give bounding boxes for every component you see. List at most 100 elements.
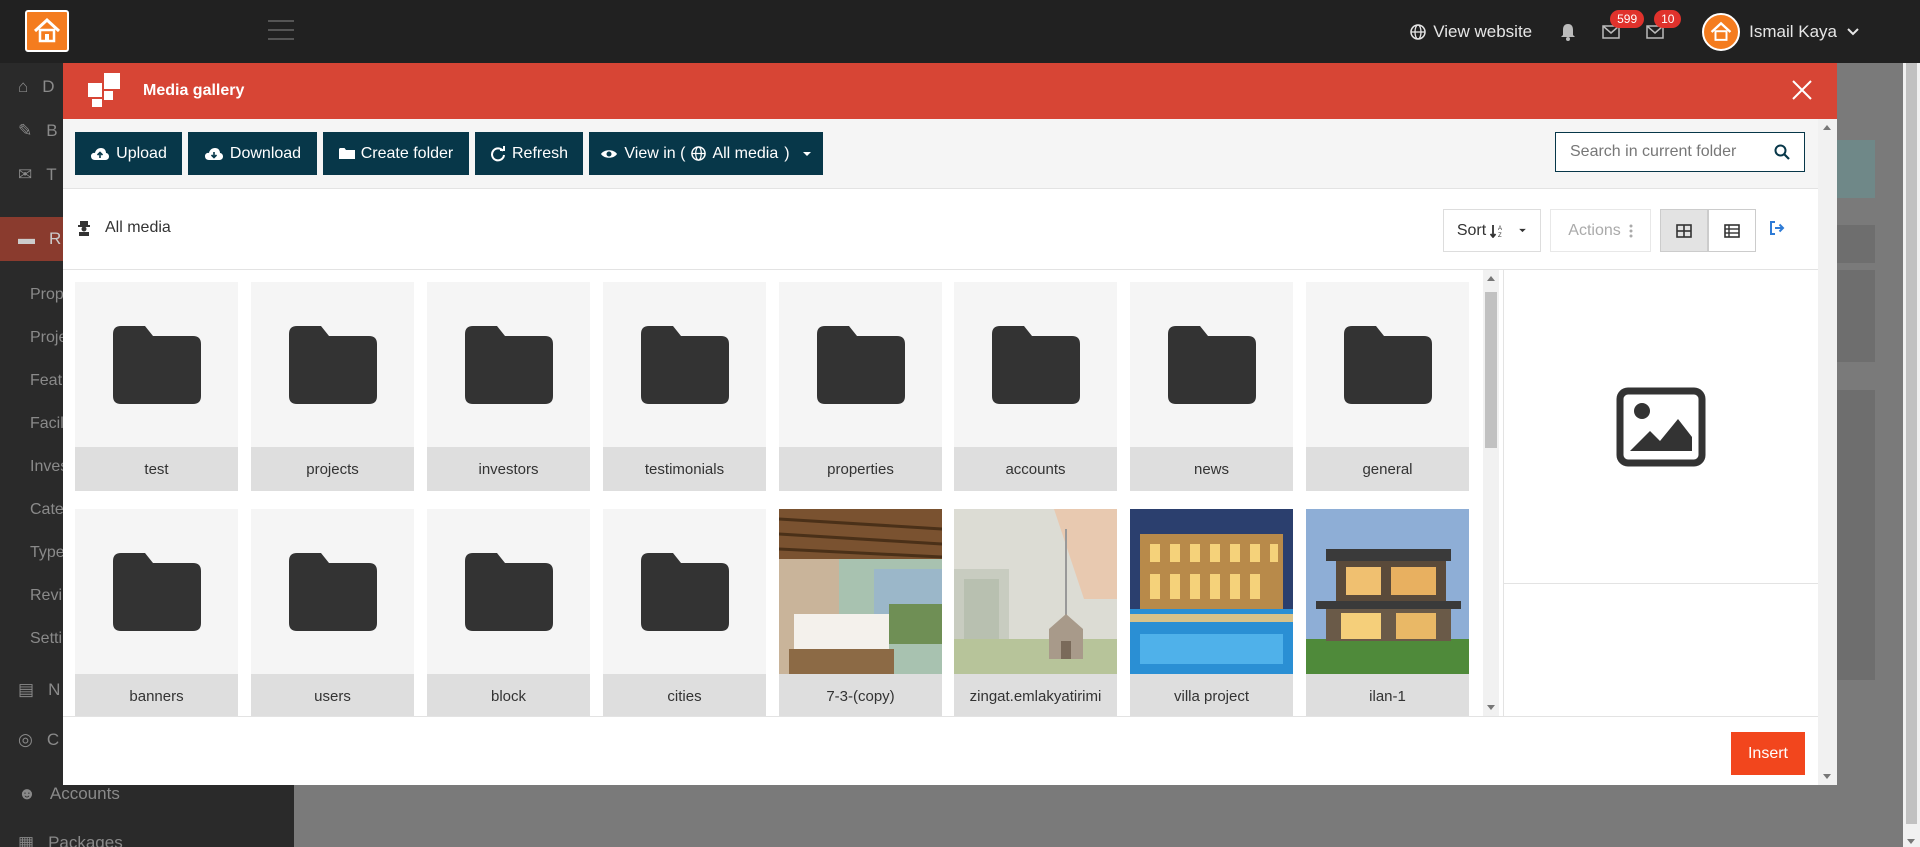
notifications-button[interactable] bbox=[1560, 23, 1576, 41]
upload-label: Upload bbox=[116, 144, 167, 162]
breadcrumb[interactable]: All media bbox=[77, 219, 171, 237]
create-folder-label: Create folder bbox=[360, 144, 454, 162]
site-logo[interactable] bbox=[25, 10, 69, 52]
refresh-button[interactable]: Refresh bbox=[475, 132, 583, 175]
page-scrollbar[interactable] bbox=[1903, 0, 1920, 847]
eye-icon bbox=[601, 149, 618, 158]
insert-button[interactable]: Insert bbox=[1731, 732, 1805, 775]
folder-item[interactable]: users bbox=[251, 509, 414, 716]
messages-button[interactable]: 599 bbox=[1602, 9, 1645, 39]
background-panel bbox=[1837, 140, 1875, 198]
refresh-icon bbox=[491, 145, 505, 161]
item-label: test bbox=[75, 447, 238, 491]
item-label: accounts bbox=[954, 447, 1117, 491]
user-menu[interactable]: Ismail Kaya bbox=[1702, 12, 1860, 51]
item-label: testimonials bbox=[603, 447, 766, 491]
bedroom-thumbnail bbox=[779, 509, 942, 674]
package-icon: ▦ bbox=[18, 833, 35, 847]
folder-item[interactable]: accounts bbox=[954, 282, 1117, 491]
user-secret-icon bbox=[78, 221, 90, 236]
background-panel bbox=[1837, 225, 1875, 263]
sidebar-item-packages[interactable]: ▦ Packages bbox=[18, 833, 288, 847]
create-folder-button[interactable]: Create folder bbox=[323, 132, 469, 175]
sidebar-subitem-settings[interactable]: Setti bbox=[30, 630, 62, 648]
modern-house-thumbnail bbox=[1306, 509, 1469, 674]
folder-icon bbox=[464, 552, 553, 631]
sidebar-subitem-categories[interactable]: Cate bbox=[30, 501, 64, 519]
grid-scrollbar[interactable] bbox=[1483, 270, 1499, 716]
sidebar-subitem-properties[interactable]: Prop bbox=[30, 286, 64, 304]
image-item[interactable]: ilan-1 bbox=[1306, 509, 1469, 716]
item-label: block bbox=[427, 674, 590, 716]
search-icon[interactable] bbox=[1774, 144, 1790, 160]
newspaper-icon: ▤ bbox=[18, 680, 35, 699]
item-label: projects bbox=[251, 447, 414, 491]
sidebar-item-accounts[interactable]: ☻ Accounts bbox=[18, 784, 288, 804]
image-item[interactable]: zingat.emlakyatirimi bbox=[954, 509, 1117, 716]
view-in-dropdown[interactable]: View in ( All media ) bbox=[589, 132, 823, 175]
breadcrumb-bar: All media Sort AZ Actions bbox=[63, 189, 1818, 270]
bell-icon bbox=[1561, 23, 1576, 41]
search-input[interactable]: Search in current folder bbox=[1555, 132, 1805, 172]
caret-down-icon bbox=[1519, 228, 1527, 233]
folder-item[interactable]: projects bbox=[251, 282, 414, 491]
close-icon[interactable] bbox=[1789, 77, 1815, 103]
svg-text:A: A bbox=[1498, 226, 1502, 232]
comment-icon: ✉ bbox=[18, 165, 33, 184]
globe-icon bbox=[691, 146, 707, 161]
contacts-count-badge: 10 bbox=[1654, 9, 1682, 28]
image-item[interactable]: villa project bbox=[1130, 509, 1293, 716]
media-grid: test projects investors testimonials pro… bbox=[63, 270, 1483, 716]
ellipsis-vertical-icon bbox=[1629, 224, 1633, 237]
background-panel bbox=[1837, 270, 1875, 362]
folder-item[interactable]: banners bbox=[75, 509, 238, 716]
download-label: Download bbox=[229, 144, 302, 162]
messages-count-badge: 599 bbox=[1610, 9, 1645, 28]
headset-icon: ◎ bbox=[18, 730, 33, 749]
sidebar-subitem-facilities[interactable]: Facil bbox=[30, 415, 64, 433]
sidebar-subitem-reviews[interactable]: Revi bbox=[30, 587, 62, 605]
download-button[interactable]: Download bbox=[188, 132, 317, 175]
item-label: investors bbox=[427, 447, 590, 491]
sidebar-subitem-features[interactable]: Feat bbox=[30, 372, 62, 390]
actions-dropdown[interactable]: Actions bbox=[1550, 209, 1651, 252]
folder-item[interactable]: general bbox=[1306, 282, 1469, 491]
image-item[interactable]: 7-3-(copy) bbox=[779, 509, 942, 716]
folder-item[interactable]: investors bbox=[427, 282, 590, 491]
background-panel bbox=[1837, 390, 1875, 680]
modal-scrollbar[interactable] bbox=[1818, 119, 1837, 785]
sign-out-icon[interactable] bbox=[1769, 221, 1785, 235]
globe-icon bbox=[1410, 23, 1426, 40]
folder-item[interactable]: cities bbox=[603, 509, 766, 716]
item-label: properties bbox=[779, 447, 942, 491]
view-website-link[interactable]: View website bbox=[1410, 22, 1532, 42]
folder-icon bbox=[112, 552, 201, 631]
sort-dropdown[interactable]: Sort AZ bbox=[1443, 209, 1541, 252]
folder-item[interactable]: test bbox=[75, 282, 238, 491]
folder-icon bbox=[1343, 325, 1432, 404]
upload-button[interactable]: Upload bbox=[75, 132, 182, 175]
sidebar-subitem-projects[interactable]: Proje bbox=[30, 329, 67, 347]
modal-header: Media gallery bbox=[63, 63, 1837, 119]
item-label: cities bbox=[603, 674, 766, 716]
folder-icon bbox=[640, 552, 729, 631]
folder-icon bbox=[816, 325, 905, 404]
item-label: users bbox=[251, 674, 414, 716]
folder-icon bbox=[288, 552, 377, 631]
folder-item[interactable]: testimonials bbox=[603, 282, 766, 491]
folder-item[interactable]: block bbox=[427, 509, 590, 716]
folder-item[interactable]: news bbox=[1130, 282, 1293, 491]
sort-icon: AZ bbox=[1490, 224, 1502, 238]
house-keys-thumbnail bbox=[954, 509, 1117, 674]
avatar bbox=[1702, 12, 1741, 51]
menu-toggle-icon[interactable] bbox=[268, 20, 294, 40]
contacts-button[interactable]: 10 bbox=[1646, 9, 1682, 39]
modal-footer: Insert bbox=[63, 716, 1818, 785]
sidebar-subitem-types[interactable]: Type bbox=[30, 544, 65, 562]
list-view-button[interactable] bbox=[1708, 209, 1756, 252]
grid-view-button[interactable] bbox=[1660, 209, 1708, 252]
media-gallery-modal: Media gallery Upload Download Create fol… bbox=[63, 63, 1837, 785]
view-in-prefix: View in ( bbox=[624, 144, 686, 162]
folder-item[interactable]: properties bbox=[779, 282, 942, 491]
sort-label: Sort bbox=[1456, 221, 1487, 239]
